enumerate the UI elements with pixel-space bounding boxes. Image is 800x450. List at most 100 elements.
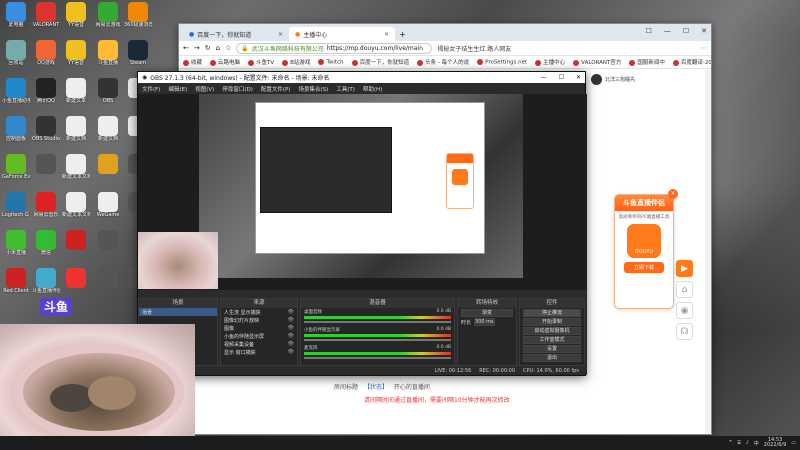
desktop-icon[interactable]: GeForce Experience <box>2 154 30 180</box>
forward-icon[interactable]: → <box>194 44 200 52</box>
bookmark-item[interactable]: 云路电脑 <box>210 58 240 66</box>
streamer-profile[interactable]: 北洋三狗睡先 <box>591 74 635 85</box>
desktop-icon[interactable]: 网易云音乐 <box>32 192 60 218</box>
desktop-icon[interactable]: Red Client <box>2 268 30 294</box>
scene-item[interactable]: 场景 <box>139 308 217 316</box>
desktop-icon[interactable]: 网易云游戏 <box>94 2 122 28</box>
ime-icon[interactable]: 中 <box>754 440 759 447</box>
desktop-icon[interactable]: OBS Studio <box>32 116 60 142</box>
desktop-icon[interactable]: WeGame <box>94 192 122 218</box>
new-tab-button[interactable]: + <box>399 30 406 39</box>
desktop-icon[interactable] <box>94 230 122 250</box>
volume-slider[interactable] <box>304 339 451 341</box>
close-button[interactable]: ✕ <box>576 74 581 81</box>
desktop-icon[interactable]: 新建文档 <box>94 116 122 142</box>
bookmark-item[interactable]: B站游戏 <box>282 58 310 66</box>
notification-icon[interactable]: ▭ <box>791 440 796 446</box>
control-button[interactable]: 停止推流 <box>523 309 581 317</box>
desktop-icon[interactable]: 新建文本 <box>62 78 90 104</box>
bookmark-item[interactable]: 斗鱼TV <box>248 58 274 66</box>
minimize-button[interactable]: — <box>541 74 547 81</box>
network-icon[interactable]: ⌸ <box>738 440 741 446</box>
desktop-icon[interactable]: Logitech G HUB <box>2 192 30 218</box>
page-scrollbar[interactable] <box>705 70 711 434</box>
volume-icon[interactable]: ♪ <box>746 440 749 446</box>
eye-icon[interactable]: 👁 <box>288 341 294 347</box>
desktop-icon[interactable] <box>94 154 122 174</box>
source-item[interactable]: 人生流 显示捕获 👁 <box>221 308 297 316</box>
bookmark-item[interactable]: ProSettings.net <box>477 58 527 65</box>
desktop-icon[interactable]: 小米直播 <box>2 230 30 256</box>
obs-menu-item[interactable]: 停靠窗口(D) <box>222 85 253 93</box>
news-ticker[interactable]: 揭秘女子结生生红 路人网友 <box>437 44 511 53</box>
source-item[interactable]: 显示 窗口捕获 👁 <box>221 348 297 356</box>
bookmark-item[interactable]: 头条 - 每个人的说 <box>417 58 469 66</box>
close-icon[interactable]: ✕ <box>278 31 283 38</box>
camera-icon[interactable]: ◉ <box>676 302 693 319</box>
bookmark-item[interactable]: 主播中心 <box>535 58 565 66</box>
volume-slider[interactable] <box>304 357 451 359</box>
control-button[interactable]: 工作室模式 <box>523 336 581 344</box>
control-button[interactable]: 退出 <box>523 354 581 362</box>
source-item[interactable]: 小鱼的伴随显示屏 👁 <box>221 332 297 340</box>
desktop-icon[interactable] <box>62 268 90 288</box>
desktop-icon[interactable] <box>32 154 60 174</box>
volume-slider[interactable] <box>304 321 451 323</box>
chevron-up-icon[interactable]: ^ <box>728 440 732 446</box>
clock[interactable]: 14:53 2022/6/9 <box>764 437 786 449</box>
desktop-icon[interactable]: 斗鱼直播伴侣 <box>32 268 60 294</box>
control-button[interactable]: 设置 <box>523 345 581 353</box>
obs-menu-item[interactable]: 帮助(H) <box>363 85 382 93</box>
obs-menu-item[interactable]: 工具(T) <box>336 85 355 93</box>
desktop-icon[interactable]: 小鱼直播助手 <box>2 78 30 104</box>
desktop-icon[interactable]: YY语音 <box>62 2 90 28</box>
desktop-icon[interactable]: 斗鱼直播 <box>94 40 122 66</box>
bookmark-item[interactable]: 百度一下，你就知道 <box>351 58 409 66</box>
desktop-icon[interactable]: 控制面板 <box>2 116 30 142</box>
obs-menu-item[interactable]: 文件(F) <box>142 85 160 93</box>
obs-menu-item[interactable]: 编辑(E) <box>168 85 187 93</box>
star-icon[interactable]: ☆ <box>225 44 231 52</box>
desktop-icon[interactable]: 微信 <box>32 230 60 256</box>
desktop-icon[interactable]: 新建文本文档 <box>62 154 90 180</box>
minimize-button[interactable]: — <box>664 27 671 35</box>
desktop-icon[interactable]: 回收站 <box>2 40 30 66</box>
desktop-icon[interactable]: 新建文档 <box>62 116 90 142</box>
desktop-icon[interactable]: Steam <box>124 40 152 66</box>
source-item[interactable]: 图像幻灯片放映 👁 <box>221 316 297 324</box>
bookmark-item[interactable]: 百度翻译-200种 <box>672 58 711 66</box>
close-icon[interactable]: ✕ <box>384 31 389 38</box>
transition-select[interactable]: 渐变 <box>461 309 513 317</box>
headset-icon[interactable]: ☊ <box>676 323 693 340</box>
eye-icon[interactable]: 👁 <box>288 333 294 339</box>
eye-icon[interactable]: 👁 <box>288 309 294 315</box>
desktop-icon[interactable]: 此电脑 <box>2 2 30 28</box>
desktop-icon[interactable]: OBS <box>94 78 122 104</box>
url-input[interactable]: 🔒 武汉斗鱼网络科技有限公司 https://mp.douyu.com/live… <box>236 42 433 54</box>
control-button[interactable]: 开始录制 <box>523 318 581 326</box>
desktop-icon[interactable]: QQ游戏 <box>32 40 60 66</box>
desktop-icon[interactable]: YY语音 <box>62 40 90 66</box>
control-button[interactable]: 启动虚拟摄像机 <box>523 327 581 335</box>
bookmark-item[interactable]: 收藏 <box>183 58 202 66</box>
obs-menu-item[interactable]: 视图(V) <box>195 85 214 93</box>
obs-preview[interactable] <box>138 94 587 290</box>
back-icon[interactable]: ← <box>183 44 189 52</box>
tab-streamer-center[interactable]: ● 主播中心 ✕ <box>289 27 395 41</box>
status-tag[interactable]: 【状态】 <box>364 384 388 391</box>
promo-close-button[interactable]: × <box>668 189 678 199</box>
download-button[interactable]: 立即下载 <box>624 262 664 273</box>
tab-baidu[interactable]: ● 百度一下，你就知道 ✕ <box>183 27 289 41</box>
home-icon[interactable]: ⌂ <box>216 44 220 52</box>
desktop-icon[interactable] <box>94 268 122 288</box>
source-item[interactable]: 图像 👁 <box>221 324 297 332</box>
extension-icon[interactable]: ⋯ <box>700 44 707 52</box>
desktop-icon[interactable]: 新建文本文档 <box>62 192 90 218</box>
desktop-icon[interactable]: VALORANT <box>32 2 60 28</box>
obs-menu-item[interactable]: 场景集合(S) <box>298 85 328 93</box>
desktop-icon[interactable] <box>62 230 90 250</box>
eye-icon[interactable]: 👁 <box>288 325 294 331</box>
bookmark-item[interactable]: 国服新闻中 <box>629 58 665 66</box>
desktop-icon[interactable]: 腾讯QQ <box>32 78 60 104</box>
play-icon[interactable]: ▶ <box>676 260 693 277</box>
